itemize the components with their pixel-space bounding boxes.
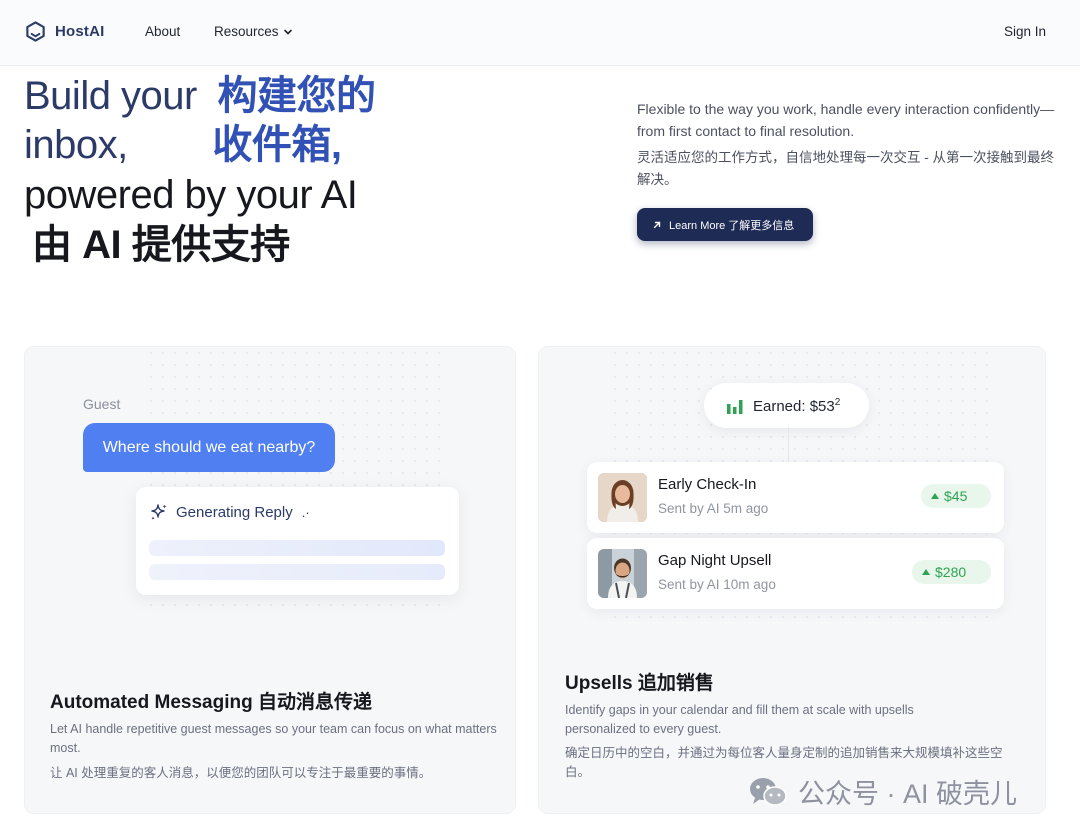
hero-heading-line-4: 由 AI 提供支持 — [32, 221, 290, 269]
nav-resources-label: Resources — [214, 24, 279, 39]
hero-heading-line-3: powered by your AI — [24, 171, 358, 219]
earned-label: Earned: $53 — [753, 397, 835, 415]
hero-line3-en: powered by your AI — [24, 173, 358, 217]
triangle-up-icon — [931, 493, 939, 499]
triangle-up-icon — [922, 569, 930, 575]
hexagon-logo-icon — [26, 21, 45, 42]
automated-messaging-card: Guest Where should we eat nearby? Genera… — [24, 346, 516, 814]
generating-reply-label: Generating Reply — [176, 503, 293, 521]
brand-name: HostAI — [55, 23, 105, 40]
generating-reply-card: Generating Reply .· — [136, 487, 459, 595]
amount-badge: $280 — [912, 560, 991, 584]
hero-line2-en: inbox, — [24, 123, 128, 167]
learn-more-label: Learn More 了解更多信息 — [669, 219, 795, 232]
upsells-card: Earned: $532 Early Check-In Sent by AI 5… — [538, 346, 1046, 814]
watermark-text: 公众号 · AI 破壳儿 — [798, 779, 1018, 809]
guest-message-bubble: Where should we eat nearby? — [83, 423, 335, 472]
brand-logo[interactable]: HostAI — [24, 20, 105, 43]
upsells-card-description: Identify gaps in your calendar and fill … — [565, 703, 914, 736]
learn-more-button[interactable]: Learn More 了解更多信息 — [637, 208, 813, 241]
hero-description: Flexible to the way you work, handle eve… — [637, 101, 1055, 139]
hero-line2-cn: 收件箱, — [212, 123, 342, 167]
hero-description-cn: 灵活适应您的工作方式，自信地处理每一次交互 - 从第一次接触到最终解决。 — [637, 150, 1054, 187]
amount-badge: $45 — [921, 484, 991, 508]
earned-superscript: 2 — [834, 396, 841, 408]
amount-value: $280 — [935, 564, 967, 580]
connector-line — [788, 427, 789, 463]
nav-about-link[interactable]: About — [145, 24, 180, 39]
bar-chart-icon — [727, 399, 743, 414]
upsells-card-title: Upsells 追加销售 — [565, 673, 714, 694]
earned-pill: Earned: $532 — [704, 383, 869, 428]
upsell-sent-time: Sent by AI 10m ago — [658, 577, 776, 592]
hero-line4-cn: 由 AI 提供支持 — [32, 223, 290, 267]
amount-value: $45 — [944, 488, 968, 504]
skeleton-line — [149, 564, 445, 580]
generating-reply-header: Generating Reply .· — [149, 502, 310, 522]
sign-in-link[interactable]: Sign In — [1004, 24, 1046, 39]
upsell-item-early-check-in[interactable]: Early Check-In Sent by AI 5m ago $45 — [587, 462, 1004, 533]
hero-line1-en: Build your — [24, 74, 197, 118]
messaging-card-description-cn: 让 AI 处理重复的客人消息，以便您的团队可以专注于最重要的事情。 — [50, 766, 432, 780]
upsell-name: Early Check-In — [658, 476, 757, 493]
sparkle-icon — [151, 504, 167, 520]
earned-amount: Earned: $532 — [753, 397, 840, 415]
avatar — [598, 473, 647, 522]
avatar — [598, 549, 647, 598]
guest-label: Guest — [83, 396, 121, 412]
wechat-icon — [750, 777, 787, 806]
hero-heading-line-2: inbox, 收件箱, — [24, 121, 342, 169]
skeleton-line — [149, 540, 445, 556]
hero-heading-line-1: Build your 构建您的 — [24, 72, 376, 120]
messaging-card-title: Automated Messaging 自动消息传递 — [50, 692, 372, 713]
messaging-card-description: Let AI handle repetitive guest messages … — [50, 722, 497, 755]
top-nav: HostAI About Resources Sign In — [0, 0, 1080, 66]
hero-line1-cn: 构建您的 — [217, 74, 377, 118]
upsell-item-gap-night[interactable]: Gap Night Upsell Sent by AI 10m ago $280 — [587, 538, 1004, 609]
upsell-sent-time: Sent by AI 5m ago — [658, 501, 769, 516]
upsell-name: Gap Night Upsell — [658, 552, 772, 569]
wechat-watermark: 公众号 · AI 破壳儿 — [748, 772, 1017, 811]
chevron-down-icon — [283, 29, 292, 35]
arrow-up-right-icon — [653, 221, 661, 228]
typing-dots: .· — [301, 504, 310, 520]
nav-resources-dropdown[interactable]: Resources — [214, 24, 293, 39]
